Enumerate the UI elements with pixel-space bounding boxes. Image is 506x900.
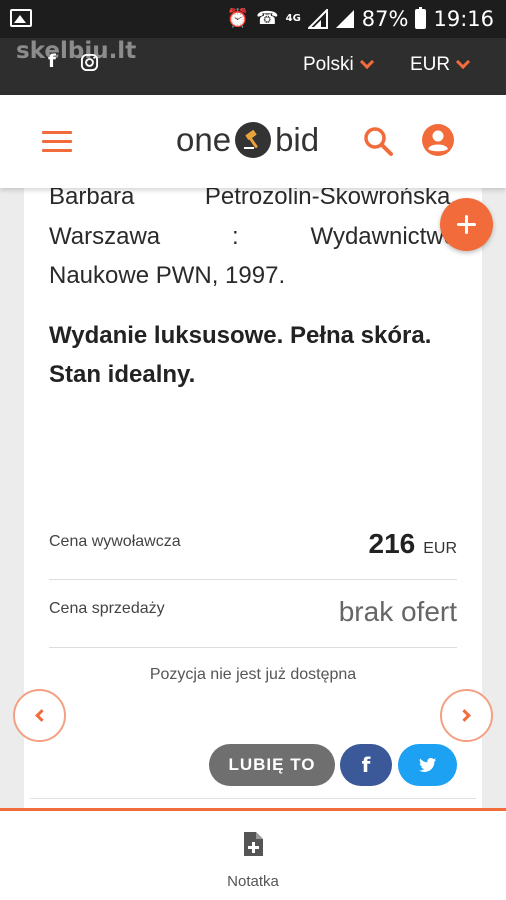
facebook-icon: f [361,753,371,777]
phone-icon: ☎ [256,8,279,29]
top-bar: skelbiu.lt f Polski EUR [0,38,506,95]
previous-lot-button[interactable] [13,689,66,742]
logo-text-right: bid [275,121,320,158]
gavel-icon [235,122,272,158]
facebook-share-button[interactable]: f [340,744,392,786]
currency-label: EUR [410,54,451,75]
starting-price-label: Cena wywoławcza [49,533,181,550]
battery-percent: 87% [361,7,409,31]
sale-price-label: Cena sprzedaży [49,600,165,617]
user-account-icon[interactable] [421,123,455,157]
search-icon[interactable] [362,125,394,157]
add-button[interactable] [440,198,493,251]
twitter-share-button[interactable] [398,744,457,786]
starting-price-value: 216 EUR [369,528,458,560]
signal-icon-2 [335,10,354,28]
note-label[interactable]: Notatka [0,873,506,890]
sale-price-row: Cena sprzedaży brak ofert [49,581,457,648]
like-button[interactable]: LUBIĘ TO [209,744,335,786]
chevron-down-icon [359,54,374,70]
description-word: Warszawa [49,223,161,250]
clock: 19:16 [433,7,494,31]
language-selector[interactable]: Polski [303,54,374,76]
status-icons: ⏰ ☎ 4G 87% 19:16 [227,0,494,38]
divider [30,798,476,799]
battery-icon [415,7,427,29]
alarm-icon: ⏰ [226,8,250,29]
description-line-3: Naukowe PWN, 1997. [49,262,286,289]
description-line-2: Warszawa : Wydawnictwo [49,218,457,256]
currency-selector[interactable]: EUR [410,54,471,76]
onebid-logo[interactable]: one bid [176,121,319,159]
add-note-icon[interactable] [242,831,264,857]
description-word: Wydawnictwo [310,223,458,250]
language-label: Polski [303,54,354,75]
chevron-left-icon [35,709,48,722]
next-lot-button[interactable] [440,689,493,742]
availability-notice: Pozycja nie jest już dostępna [149,666,357,683]
chevron-down-icon [456,54,471,70]
description-word: : [231,223,239,250]
lot-details-card: Barbara Petrozolin-Skowrońska, Warszawa … [24,183,482,813]
menu-icon[interactable] [42,131,72,153]
sale-price-value: brak ofert [338,596,457,627]
app-header: one bid [0,95,506,188]
signal-icon [307,9,328,29]
facebook-icon[interactable]: f [48,51,56,72]
status-bar: ⏰ ☎ 4G 87% 19:16 [0,0,506,38]
starting-price-row: Cena wywoławcza 216 EUR [49,528,457,580]
bottom-bar: Notatka [0,808,506,900]
watermark: skelbiu.lt [16,38,137,64]
logo-text-left: one [176,121,232,158]
starting-price-amount: 216 [368,528,416,559]
starting-price-currency: EUR [423,540,457,557]
chevron-right-icon [458,709,471,722]
instagram-icon[interactable] [80,53,99,72]
condition-note: Wydanie luksusowe. Pełna skóra. Stan ide… [49,322,432,388]
network-type-label: 4G [285,13,301,24]
twitter-icon [418,757,436,772]
gallery-notification-icon [10,9,32,27]
